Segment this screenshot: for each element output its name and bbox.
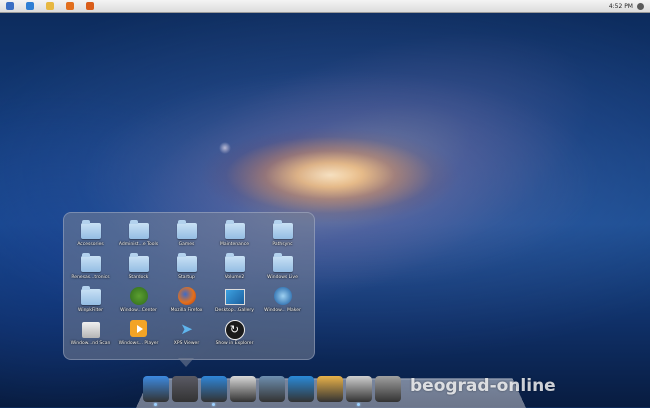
mail-icon[interactable] [230, 376, 256, 402]
stack-item[interactable]: Windows Live [259, 253, 306, 286]
stack-item-label: Show in Explorer [215, 341, 254, 346]
spotlight-icon[interactable] [637, 2, 644, 10]
folder-icon [128, 253, 149, 272]
running-indicator [212, 403, 215, 406]
stack-item-label: Maintenance [220, 242, 249, 247]
photos-icon[interactable] [259, 376, 285, 402]
itunes-icon[interactable] [288, 376, 314, 402]
stack-popup-arrow [178, 358, 194, 367]
stack-item-label: Volume2 [224, 275, 245, 280]
stack-item[interactable]: Startup [163, 253, 210, 286]
stack-item-label: Windows Live [267, 275, 298, 280]
orb-icon[interactable] [6, 2, 14, 10]
folder-icon [224, 253, 245, 272]
stack-item-label: Window...nd Scan [70, 341, 111, 346]
rocket-icon[interactable] [172, 376, 198, 402]
stack-item[interactable]: Mozilla Firefox [163, 287, 210, 319]
folder-icon [272, 220, 293, 239]
stack-item[interactable]: WinpkFilter [67, 286, 114, 319]
firefox-icon [177, 287, 196, 305]
stack-item[interactable]: Administ...e Tools [115, 220, 162, 253]
folder-icon [272, 253, 293, 272]
stack-item-label: Administ...e Tools [118, 242, 159, 247]
stack-item-label: Accessories [77, 242, 104, 247]
stack-item-label: Window... Maker [264, 308, 301, 313]
folder-icon[interactable] [46, 2, 54, 10]
folder-icon [80, 286, 101, 305]
stack-item[interactable]: Volume2 [211, 253, 258, 286]
running-indicator [357, 403, 360, 406]
running-indicator [154, 403, 157, 406]
stack-item-label: Window...Center [120, 308, 157, 313]
stack-item-label: XPS Viewer [173, 341, 200, 346]
firefox-icon[interactable] [86, 2, 94, 10]
stack-item-label: Stardock [128, 275, 149, 280]
desktop-icon [224, 289, 245, 305]
folder-icon [224, 220, 245, 239]
stack-item[interactable]: Window...Center [115, 287, 162, 319]
window-icon[interactable] [346, 376, 372, 406]
stack-item[interactable]: Window... Maker [259, 287, 306, 319]
stack-item[interactable]: Accessories [67, 220, 114, 253]
folder-icon [128, 220, 149, 239]
grid-icon[interactable] [375, 376, 401, 402]
stack-popup: Accessories Administ...e Tools Games Mainte… [63, 212, 315, 360]
home-icon[interactable] [317, 376, 343, 402]
xps-icon: ➤ [180, 320, 193, 338]
ie-icon[interactable] [26, 2, 34, 10]
stack-item[interactable]: ➤ XPS Viewer [163, 320, 210, 352]
stack-item-label: Games [178, 242, 195, 247]
finder-icon[interactable] [143, 376, 169, 406]
folder-icon [176, 253, 197, 272]
moviemaker-icon [273, 287, 292, 305]
windows-icon [129, 287, 148, 305]
stack-item[interactable]: Window...nd Scan [67, 320, 114, 352]
folder-icon [176, 220, 197, 239]
clock[interactable]: 4:52 PM [609, 3, 633, 10]
explorer-icon: ↻ [224, 320, 245, 340]
fax-icon [81, 322, 100, 338]
mediaplayer-icon [130, 320, 147, 337]
stack-item[interactable]: Windows... Player [115, 320, 162, 352]
dock-icons [143, 376, 401, 406]
media-icon[interactable] [66, 2, 74, 10]
stack-item[interactable]: Games [163, 220, 210, 253]
stack-item[interactable]: Stardock [115, 253, 162, 286]
stack-item-label: Windows... Player [118, 341, 159, 346]
stack-item-label: Renesas...tronics [71, 275, 110, 280]
stack-item[interactable]: Desktop...Gallery [211, 287, 258, 319]
stack-item-label: WinpkFilter [77, 308, 104, 313]
stack-item-label: Mozilla Firefox [170, 308, 203, 313]
stack-item-label: Pathsync [272, 242, 293, 247]
stack-item[interactable]: Renesas...tronics [67, 253, 114, 286]
folder-icon [80, 253, 101, 272]
stack-item[interactable]: Maintenance [211, 220, 258, 253]
stack-item-label: Startup [178, 275, 195, 280]
safari-icon[interactable] [201, 376, 227, 406]
watermark: beograd-online [410, 376, 556, 396]
menu-bar: 4:52 PM [0, 0, 650, 13]
folder-icon [80, 220, 101, 239]
stack-item-label: Desktop...Gallery [215, 308, 254, 313]
stack-item[interactable]: ↻ Show in Explorer [211, 320, 258, 352]
stack-item[interactable]: Pathsync [259, 220, 306, 253]
